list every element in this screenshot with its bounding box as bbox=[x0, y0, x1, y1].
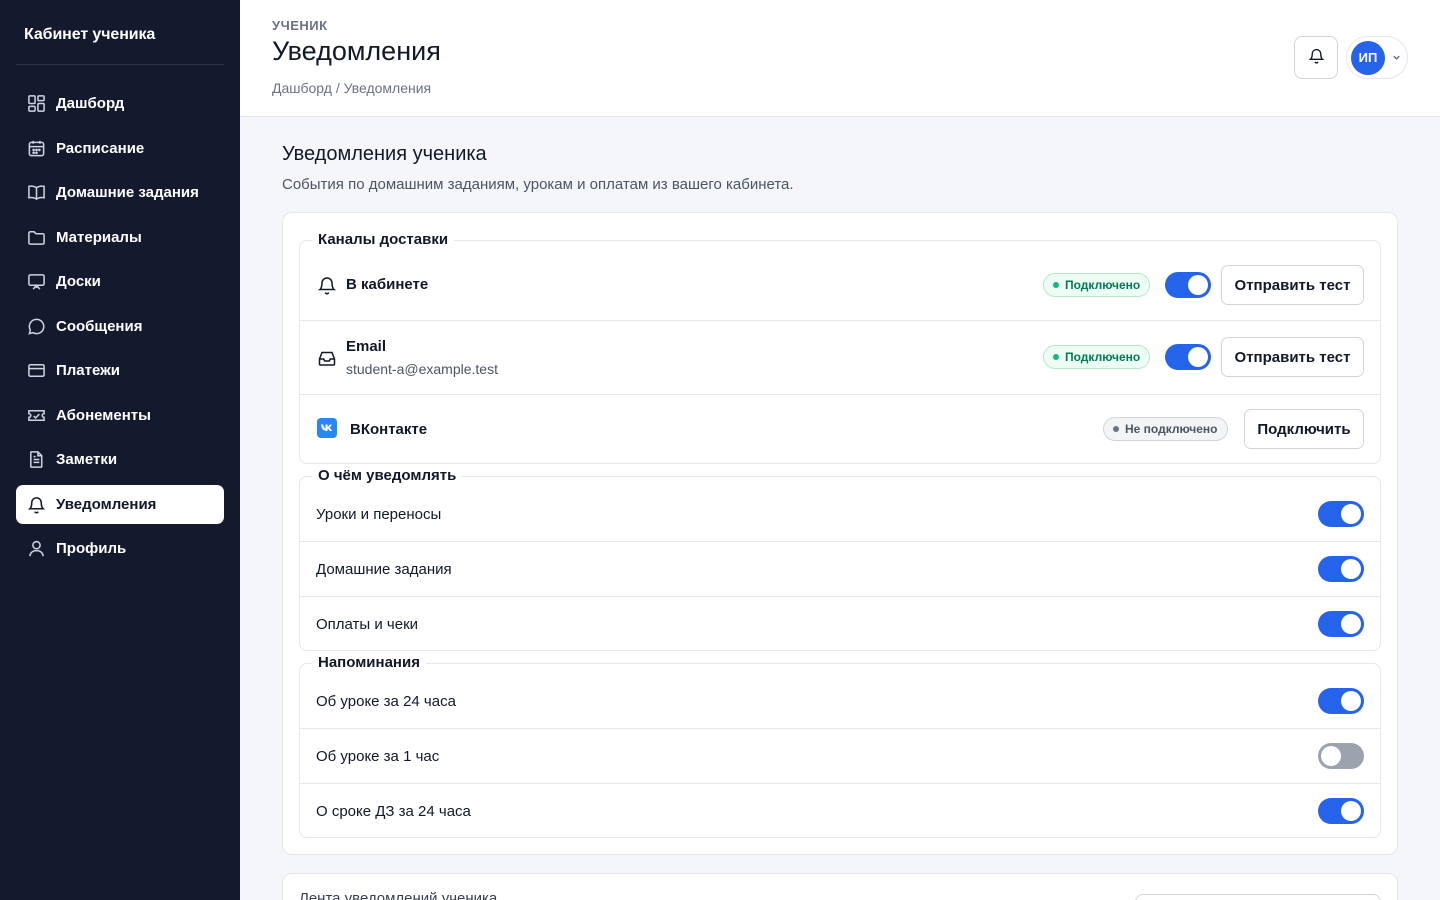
user-icon bbox=[26, 539, 46, 559]
channel-name: ВКонтакте bbox=[350, 421, 428, 438]
sidebar-item-payments[interactable]: Платежи bbox=[16, 351, 224, 390]
reminders-group: Напоминания Об уроке за 24 часа Об уроке… bbox=[299, 654, 1381, 838]
feed-title: Лента уведомлений ученика bbox=[299, 890, 498, 900]
status-badge: Подключено bbox=[1043, 273, 1151, 297]
breadcrumb[interactable]: Дашборд / Уведомления bbox=[272, 80, 431, 96]
sidebar-item-label: Материалы bbox=[56, 228, 142, 246]
sidebar-item-label: Расписание bbox=[56, 139, 145, 157]
sidebar-item-dashboard[interactable]: Дашборд bbox=[16, 84, 224, 123]
sidebar-item-label: Профиль bbox=[56, 540, 127, 557]
bell-icon bbox=[316, 274, 338, 296]
folder-icon bbox=[26, 227, 46, 247]
dashboard-icon bbox=[26, 94, 46, 114]
channel-row-cabinet: В кабинете Подключено Отправить тест bbox=[300, 241, 1380, 321]
topic-label: Уроки и переносы bbox=[316, 506, 442, 523]
book-icon bbox=[26, 183, 46, 203]
topic-row: Домашние задания bbox=[300, 542, 1380, 597]
sidebar-item-boards[interactable]: Доски bbox=[16, 262, 224, 301]
topic-row: Уроки и переносы bbox=[300, 477, 1380, 542]
topic-toggle[interactable] bbox=[1318, 501, 1364, 527]
channel-name: Email bbox=[346, 338, 387, 355]
channel-row-email: Email student-a@example.test Подключено … bbox=[300, 321, 1380, 395]
connect-button[interactable]: Подключить bbox=[1244, 409, 1364, 449]
reminder-label: Об уроке за 24 часа bbox=[316, 693, 456, 710]
status-badge: Подключено bbox=[1043, 345, 1151, 369]
reminder-row: Об уроке за 1 час bbox=[300, 729, 1380, 784]
send-test-button[interactable]: Отправить тест bbox=[1221, 337, 1364, 377]
sidebar-item-label: Доски bbox=[56, 273, 101, 290]
topic-label: Домашние задания bbox=[316, 561, 452, 578]
feed-card: Лента уведомлений ученика bbox=[282, 873, 1398, 900]
reminder-row: Об уроке за 24 часа bbox=[300, 664, 1380, 729]
topics-group: О чём уведомлять Уроки и переносы Домашн… bbox=[299, 467, 1381, 651]
topic-label: Оплаты и чеки bbox=[316, 616, 419, 633]
section-subtitle: События по домашним заданиям, урокам и о… bbox=[282, 176, 794, 193]
sidebar-item-schedule[interactable]: Расписание bbox=[16, 129, 224, 168]
message-icon bbox=[26, 316, 46, 336]
bell-icon bbox=[1308, 47, 1325, 69]
board-icon bbox=[26, 272, 46, 292]
page-eyebrow: УЧЕНИК bbox=[272, 18, 328, 33]
section-title: Уведомления ученика bbox=[282, 143, 487, 165]
sidebar-item-messages[interactable]: Сообщения bbox=[16, 307, 224, 346]
sidebar-item-profile[interactable]: Профиль bbox=[16, 529, 224, 568]
sidebar: Кабинет ученика Дашборд Расписание Домаш… bbox=[0, 0, 240, 900]
card-icon bbox=[26, 361, 46, 381]
page-header: УЧЕНИК Уведомления Дашборд / Уведомления… bbox=[240, 0, 1440, 117]
sidebar-item-label: Заметки bbox=[56, 451, 118, 468]
inbox-icon bbox=[316, 347, 338, 369]
send-test-button[interactable]: Отправить тест bbox=[1221, 265, 1364, 305]
ticket-icon bbox=[26, 405, 46, 425]
topic-toggle[interactable] bbox=[1318, 556, 1364, 582]
sidebar-divider bbox=[16, 64, 224, 65]
sidebar-item-materials[interactable]: Материалы bbox=[16, 218, 224, 257]
sidebar-item-label: Платежи bbox=[56, 362, 120, 379]
sidebar-item-notifications[interactable]: Уведомления bbox=[16, 484, 224, 524]
sidebar-item-homework[interactable]: Домашние задания bbox=[16, 173, 224, 212]
chevron-down-icon bbox=[1391, 52, 1402, 63]
settings-card: Каналы доставки В кабинете Подключено От… bbox=[282, 212, 1398, 855]
channel-row-vk: ВКонтакте Не подключено Подключить bbox=[300, 395, 1380, 463]
sidebar-item-subscriptions[interactable]: Абонементы bbox=[16, 396, 224, 435]
sidebar-nav: Дашборд Расписание Домашние задания Мате… bbox=[16, 84, 224, 574]
sidebar-item-label: Домашние задания bbox=[56, 184, 199, 201]
user-menu-button[interactable]: ИП bbox=[1346, 36, 1408, 79]
sidebar-item-label: Уведомления bbox=[56, 495, 157, 513]
reminder-label: Об уроке за 1 час bbox=[316, 748, 440, 765]
calendar-icon bbox=[26, 138, 46, 158]
reminder-toggle[interactable] bbox=[1318, 798, 1364, 824]
vk-icon bbox=[317, 418, 337, 438]
notifications-button[interactable] bbox=[1294, 36, 1338, 79]
bell-icon bbox=[26, 494, 46, 514]
sidebar-item-label: Абонементы bbox=[56, 406, 151, 424]
channel-toggle[interactable] bbox=[1165, 272, 1211, 298]
page-title: Уведомления bbox=[272, 36, 441, 66]
status-badge: Не подключено bbox=[1103, 417, 1228, 441]
channel-toggle[interactable] bbox=[1165, 344, 1211, 370]
reminder-row: О сроке ДЗ за 24 часа bbox=[300, 784, 1380, 838]
topic-row: Оплаты и чеки bbox=[300, 597, 1380, 651]
avatar: ИП bbox=[1351, 40, 1385, 75]
channel-name: В кабинете bbox=[346, 276, 429, 293]
topic-toggle[interactable] bbox=[1318, 611, 1364, 637]
note-icon bbox=[26, 450, 46, 470]
reminder-label: О сроке ДЗ за 24 часа bbox=[316, 803, 471, 820]
channels-group: Каналы доставки В кабинете Подключено От… bbox=[299, 231, 1381, 464]
sidebar-item-label: Дашборд bbox=[56, 95, 125, 112]
sidebar-item-notes[interactable]: Заметки bbox=[16, 440, 224, 479]
feed-filter-control[interactable] bbox=[1135, 894, 1381, 900]
brand-title: Кабинет ученика bbox=[24, 26, 156, 43]
reminder-toggle[interactable] bbox=[1318, 743, 1364, 769]
reminder-toggle[interactable] bbox=[1318, 688, 1364, 714]
channel-email-address: student-a@example.test bbox=[346, 361, 498, 377]
sidebar-item-label: Сообщения bbox=[56, 317, 143, 335]
